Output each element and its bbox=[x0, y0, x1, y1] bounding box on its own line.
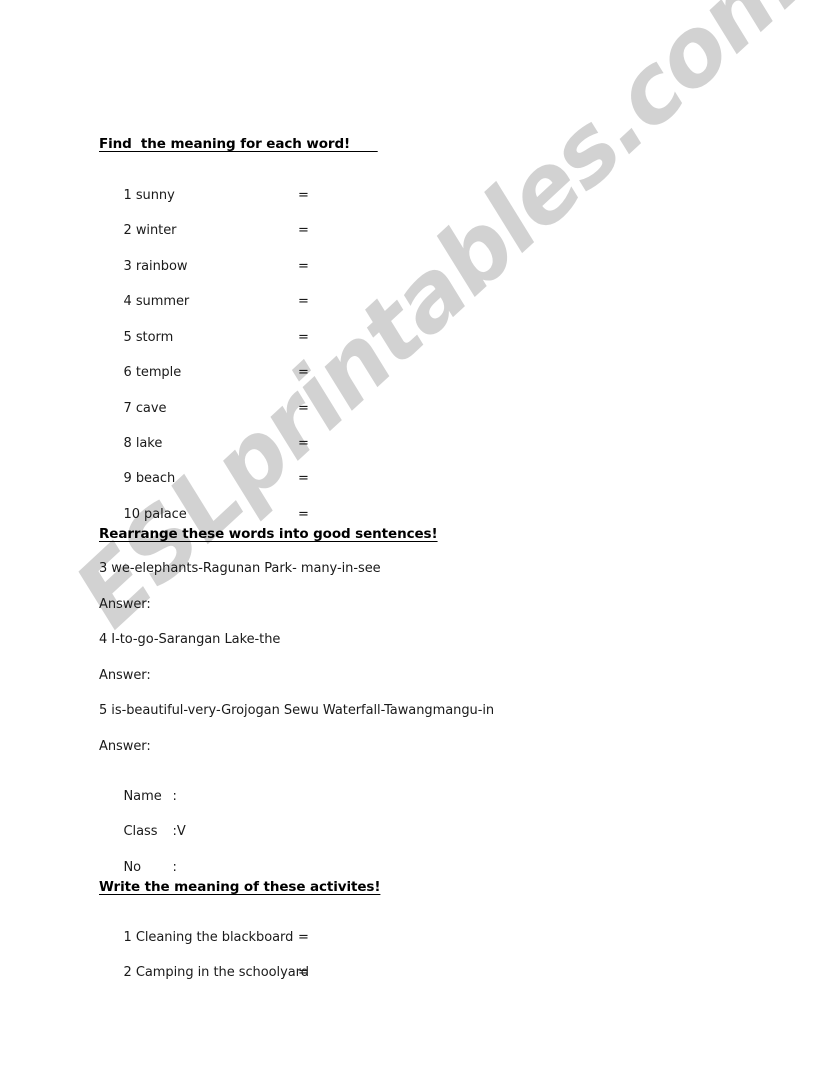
student-field-label: No bbox=[123, 860, 142, 875]
equals-sign: = bbox=[298, 401, 309, 416]
activity-item-number: 1 bbox=[123, 930, 132, 945]
vocabulary-item-word: temple bbox=[135, 365, 182, 380]
equals-sign: = bbox=[298, 330, 309, 345]
activity-row: 2 Camping in the schoolyard = bbox=[99, 950, 309, 995]
equals-sign: = bbox=[298, 294, 309, 309]
equals-sign: = bbox=[298, 965, 309, 980]
equals-sign: = bbox=[298, 223, 309, 238]
activity-item-text: Cleaning the blackboard bbox=[135, 930, 294, 945]
vocabulary-item-word: beach bbox=[135, 471, 176, 486]
vocabulary-item-number: 3 bbox=[123, 259, 132, 274]
equals-sign: = bbox=[298, 259, 309, 274]
equals-sign: = bbox=[298, 365, 309, 380]
equals-sign: = bbox=[298, 188, 309, 203]
vocabulary-section-heading: Find the meaning for each word! bbox=[99, 136, 378, 152]
rearrange-section-heading: Rearrange these words into good sentence… bbox=[99, 526, 438, 542]
vocabulary-item-number: 2 bbox=[123, 223, 132, 238]
rearrange-answer-label: Answer: bbox=[99, 739, 151, 754]
vocabulary-item-word: rainbow bbox=[135, 259, 188, 274]
activity-item-text: Camping in the schoolyard bbox=[135, 965, 309, 980]
worksheet-page: ESLprintables.com Find the meaning for e… bbox=[0, 0, 838, 1086]
vocabulary-item-word: storm bbox=[135, 330, 174, 345]
vocabulary-item-number: 7 bbox=[123, 401, 132, 416]
vocabulary-item-number: 8 bbox=[123, 436, 132, 451]
rearrange-prompt: 5 is-beautiful-very-Grojogan Sewu Waterf… bbox=[99, 703, 495, 718]
equals-sign: = bbox=[298, 436, 309, 451]
equals-sign: = bbox=[298, 930, 309, 945]
vocabulary-item-word: summer bbox=[135, 294, 190, 309]
vocabulary-item-number: 5 bbox=[123, 330, 132, 345]
student-field-label: Class bbox=[123, 824, 158, 839]
vocabulary-item-word: cave bbox=[135, 401, 167, 416]
student-field-colon: : bbox=[172, 860, 177, 875]
vocabulary-item-number: 9 bbox=[123, 471, 132, 486]
student-field-label: Name bbox=[123, 789, 162, 804]
rearrange-prompt: 4 I-to-go-Sarangan Lake-the bbox=[99, 632, 281, 647]
vocabulary-item-number: 6 bbox=[123, 365, 132, 380]
vocabulary-item-number: 4 bbox=[123, 294, 132, 309]
vocabulary-item-number: 1 bbox=[123, 188, 132, 203]
student-field-value: V bbox=[176, 824, 186, 839]
rearrange-prompt: 3 we-elephants-Ragunan Park- many-in-see bbox=[99, 561, 381, 576]
vocabulary-item-number: 10 bbox=[123, 507, 141, 522]
equals-sign: = bbox=[298, 507, 309, 522]
activities-section-heading: Write the meaning of these activites! bbox=[99, 879, 381, 895]
vocabulary-item-word: winter bbox=[135, 223, 177, 238]
vocabulary-item-word: palace bbox=[144, 507, 187, 522]
rearrange-answer-label: Answer: bbox=[99, 597, 151, 612]
vocabulary-item-word: sunny bbox=[135, 188, 175, 203]
equals-sign: = bbox=[298, 471, 309, 486]
activity-item-number: 2 bbox=[123, 965, 132, 980]
vocabulary-item-word: lake bbox=[135, 436, 163, 451]
rearrange-answer-label: Answer: bbox=[99, 668, 151, 683]
student-field-colon: : bbox=[172, 789, 177, 804]
